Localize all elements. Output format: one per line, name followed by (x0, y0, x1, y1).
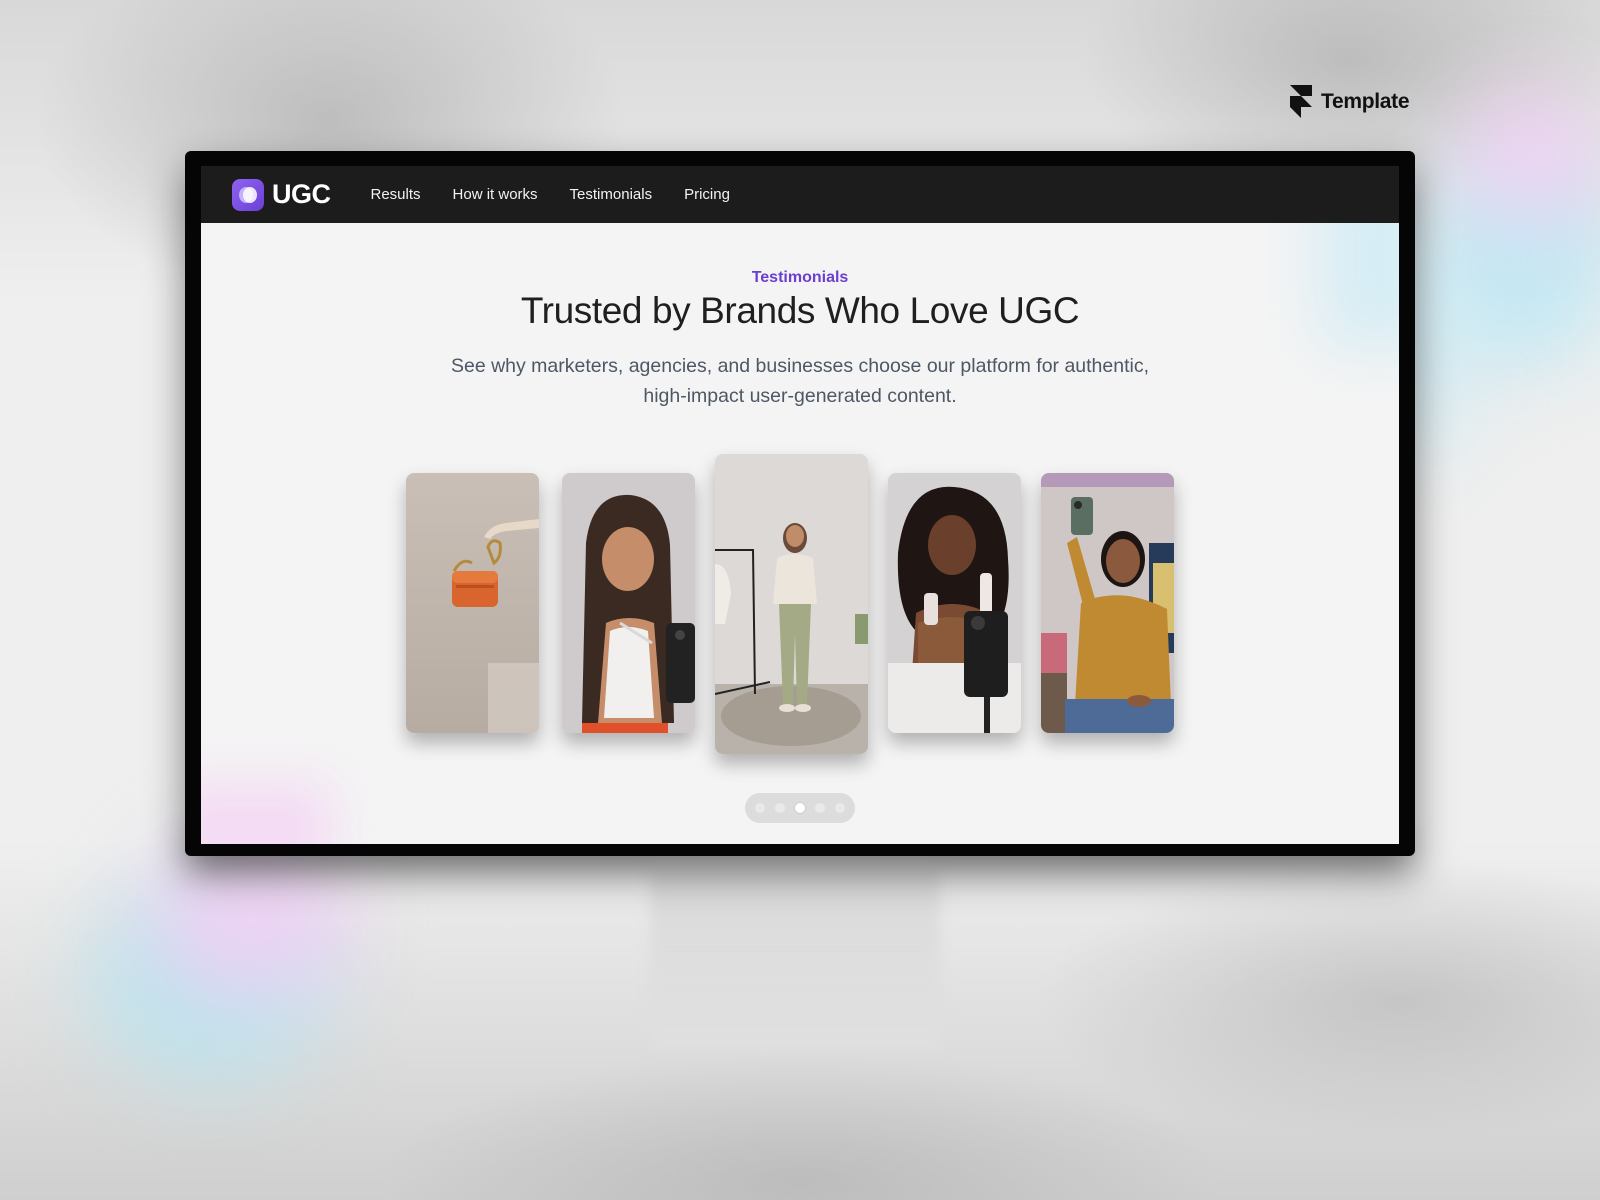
section-subtitle: See why marketers, agencies, and busines… (201, 351, 1399, 411)
site-navbar: UGC Results How it works Testimonials Pr… (201, 166, 1399, 223)
testimonial-video-card[interactable] (888, 473, 1021, 733)
carousel-dot-active[interactable] (795, 803, 805, 813)
testimonial-video-thumbnail (406, 473, 539, 733)
ugc-logo-icon (232, 178, 264, 211)
template-badge-label: Template (1321, 90, 1410, 113)
carousel-dot[interactable] (835, 803, 845, 813)
nav-results[interactable]: Results (371, 186, 421, 203)
nav-testimonials[interactable]: Testimonials (570, 186, 653, 203)
testimonial-video-thumbnail (1041, 473, 1174, 733)
section-eyebrow: Testimonials (751, 269, 849, 286)
site-logo[interactable]: UGC (232, 178, 331, 211)
testimonial-video-card[interactable] (562, 473, 695, 733)
screen-glow (201, 784, 331, 844)
website-screen: UGC Results How it works Testimonials Pr… (201, 166, 1399, 844)
testimonial-video-thumbnail (715, 454, 868, 754)
carousel-pagination (745, 793, 855, 823)
section-subtitle-line: See why marketers, agencies, and busines… (450, 355, 1150, 377)
testimonial-video-card[interactable] (1041, 473, 1174, 733)
nav-links: Results How it works Testimonials Pricin… (371, 186, 730, 203)
testimonial-video-thumbnail (562, 473, 695, 733)
framer-icon (1290, 85, 1312, 118)
carousel-dot[interactable] (815, 803, 825, 813)
template-badge[interactable]: Template (1290, 85, 1410, 119)
section-title: Trusted by Brands Who Love UGC (520, 290, 1080, 331)
section-subtitle-line: high-impact user-generated content. (643, 385, 957, 407)
monitor-stand (650, 860, 940, 1050)
testimonial-video-card[interactable] (406, 473, 539, 733)
carousel-dot[interactable] (775, 803, 785, 813)
background-glow (1460, 90, 1600, 220)
nav-pricing[interactable]: Pricing (684, 186, 730, 203)
monitor: UGC Results How it works Testimonials Pr… (185, 151, 1415, 856)
carousel-dot[interactable] (755, 803, 765, 813)
site-logo-text: UGC (272, 179, 331, 209)
nav-how-it-works[interactable]: How it works (453, 186, 538, 203)
testimonial-video-card-active[interactable] (715, 454, 868, 754)
testimonial-video-thumbnail (888, 473, 1021, 733)
